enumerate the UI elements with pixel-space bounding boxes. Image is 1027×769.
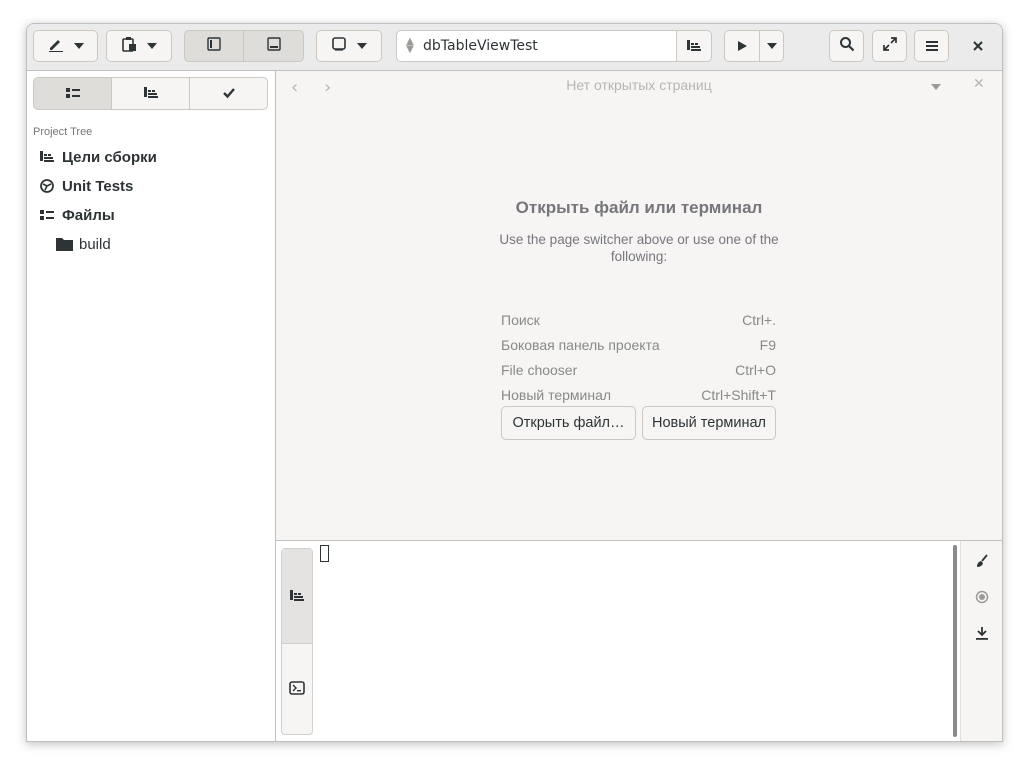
- tests-icon: [32, 179, 62, 193]
- save-output-button[interactable]: [961, 625, 1002, 644]
- record-icon: [975, 589, 989, 608]
- shortcut-key: Ctrl+.: [742, 312, 776, 328]
- project-path-entry[interactable]: ▲ ▼ dbTableViewTest: [396, 30, 677, 62]
- spin-arrows-icon: ▲ ▼: [406, 36, 414, 55]
- tree-item-unit-tests[interactable]: Unit Tests: [32, 173, 133, 199]
- fullscreen-icon: [882, 36, 898, 56]
- attach-menu-button[interactable]: [106, 30, 172, 62]
- hamburger-icon: [925, 37, 939, 56]
- brush-icon: [975, 553, 989, 572]
- chevron-down-icon: [357, 43, 367, 49]
- terminal-cursor: [320, 545, 329, 562]
- editor-area: ‹ › Нет открытых страниц ✕ Открыть файл …: [276, 71, 1002, 540]
- search-icon: [839, 36, 855, 56]
- tree-item-label: Цели сборки: [62, 148, 157, 166]
- clear-output-button[interactable]: [961, 553, 1002, 572]
- run-button[interactable]: [724, 30, 760, 62]
- tree-item-files[interactable]: Файлы: [32, 202, 115, 228]
- pencil-icon: [48, 36, 64, 56]
- app-window: ▲ ▼ dbTableViewTest Project Tree Цели сб…: [26, 23, 1003, 742]
- shortcut-label: Новый терминал: [501, 387, 612, 403]
- project-path-value: dbTableViewTest: [423, 38, 538, 54]
- shortcut-label: Поиск: [501, 312, 540, 328]
- download-icon: [975, 625, 989, 644]
- shortcut-row: File chooser Ctrl+O: [501, 362, 776, 378]
- shortcut-key: F9: [759, 337, 776, 353]
- sidebar-left-icon: [206, 36, 222, 56]
- panel-bottom-icon: [266, 36, 282, 56]
- search-button[interactable]: [829, 30, 864, 62]
- bottom-panel-tabs: [281, 548, 313, 735]
- files-icon: [32, 209, 62, 221]
- terminal-tools: [960, 541, 1002, 741]
- run-options-button[interactable]: [760, 30, 784, 62]
- chevron-down-icon: [766, 43, 777, 49]
- main-menu-button[interactable]: [914, 30, 949, 62]
- record-button[interactable]: [961, 589, 1002, 608]
- new-terminal-button[interactable]: Новый терминал: [642, 406, 776, 440]
- fullscreen-button[interactable]: [872, 30, 907, 62]
- close-icon[interactable]: ✕: [973, 76, 985, 92]
- window-icon: [331, 36, 347, 56]
- shortcut-row: Поиск Ctrl+.: [501, 312, 776, 328]
- tree-item-label: build: [79, 235, 111, 253]
- shortcut-row: Новый терминал Ctrl+Shift+T: [501, 387, 776, 403]
- list-icon: [65, 84, 80, 103]
- tab-project-tree[interactable]: [33, 77, 112, 110]
- tree-item-build-targets[interactable]: Цели сборки: [32, 144, 157, 170]
- empty-state-title: Открыть файл или терминал: [515, 198, 763, 217]
- build-icon: [687, 37, 701, 56]
- sidebar-switcher: [33, 77, 268, 110]
- chevron-down-icon: [73, 43, 84, 49]
- chevron-down-icon[interactable]: [931, 84, 941, 90]
- bottom-panel: [276, 540, 1002, 741]
- empty-state-description: Use the page switcher above or use one o…: [499, 232, 779, 264]
- play-icon: [736, 37, 748, 56]
- tab-terminal[interactable]: [282, 644, 312, 734]
- shortcut-label: File chooser: [501, 362, 578, 378]
- tree-item-label: Файлы: [62, 206, 115, 224]
- clipboard-icon: [121, 36, 137, 56]
- check-icon: [222, 84, 235, 103]
- toggle-bottom-panel-button[interactable]: [244, 30, 304, 62]
- terminal-icon: [289, 680, 305, 699]
- close-window-button[interactable]: [961, 30, 995, 62]
- open-file-button[interactable]: Открыть файл…: [501, 406, 636, 440]
- project-tree-label: Project Tree: [33, 126, 93, 138]
- close-icon: [972, 37, 984, 56]
- tab-build-output[interactable]: [282, 549, 312, 644]
- tab-todo[interactable]: [190, 77, 268, 110]
- window-menu-button[interactable]: [316, 30, 382, 62]
- tree-item-build-folder[interactable]: build: [49, 231, 111, 257]
- folder-icon: [49, 237, 79, 251]
- edit-menu-button[interactable]: [33, 30, 98, 62]
- toggle-left-panel-button[interactable]: [184, 30, 244, 62]
- shortcut-row: Боковая панель проекта F9: [501, 337, 776, 353]
- no-open-pages-label[interactable]: Нет открытых страниц: [276, 77, 1002, 93]
- build-icon: [32, 151, 62, 163]
- shortcut-label: Боковая панель проекта: [501, 337, 660, 353]
- header-bar: ▲ ▼ dbTableViewTest: [27, 24, 1002, 71]
- project-sidebar: Project Tree Цели сборки Unit Tests Файл…: [27, 71, 276, 741]
- build-icon: [143, 84, 158, 103]
- tab-build-targets[interactable]: [112, 77, 190, 110]
- shortcut-key: Ctrl+O: [735, 362, 776, 378]
- tree-item-label: Unit Tests: [62, 177, 134, 195]
- chevron-down-icon: [147, 43, 157, 49]
- build-targets-button[interactable]: [677, 30, 712, 62]
- shortcut-key: Ctrl+Shift+T: [701, 387, 776, 403]
- build-icon: [290, 587, 304, 606]
- terminal-scrollbar[interactable]: [953, 545, 957, 737]
